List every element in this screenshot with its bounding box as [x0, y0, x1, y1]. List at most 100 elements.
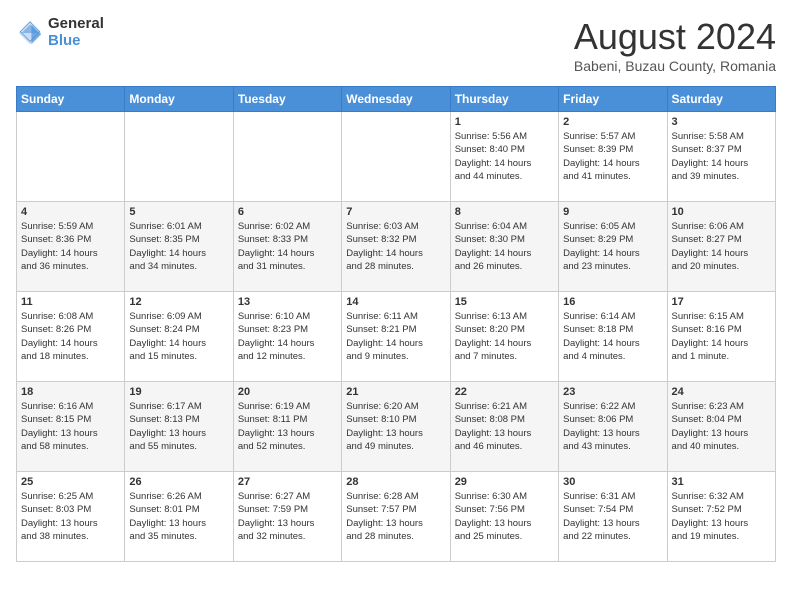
- day-info: Sunrise: 5:56 AM Sunset: 8:40 PM Dayligh…: [455, 130, 554, 183]
- calendar-cell: 18 Sunrise: 6:16 AM Sunset: 8:15 PM Dayli…: [17, 382, 125, 472]
- logo: General Blue: [16, 16, 104, 49]
- day-number: 4: [21, 206, 120, 218]
- day-info: Sunrise: 6:26 AM Sunset: 8:01 PM Dayligh…: [129, 490, 228, 543]
- day-of-week-header: Tuesday: [233, 87, 341, 112]
- day-number: 5: [129, 206, 228, 218]
- day-of-week-header: Monday: [125, 87, 233, 112]
- calendar-cell: 4 Sunrise: 5:59 AM Sunset: 8:36 PM Daylig…: [17, 202, 125, 292]
- day-number: 23: [563, 386, 662, 398]
- calendar-week-row: 18 Sunrise: 6:16 AM Sunset: 8:15 PM Dayli…: [17, 382, 776, 472]
- day-info: Sunrise: 6:21 AM Sunset: 8:08 PM Dayligh…: [455, 400, 554, 453]
- day-number: 31: [672, 476, 771, 488]
- day-info: Sunrise: 6:10 AM Sunset: 8:23 PM Dayligh…: [238, 310, 337, 363]
- calendar-cell: 27Sunrise: 6:27 AM Sunset: 7:59 PM Dayli…: [233, 472, 341, 562]
- calendar-week-row: 4 Sunrise: 5:59 AM Sunset: 8:36 PM Daylig…: [17, 202, 776, 292]
- calendar-cell: 20 Sunrise: 6:19 AM Sunset: 8:11 PM Dayli…: [233, 382, 341, 472]
- logo-general-text: General: [48, 16, 104, 33]
- day-info: Sunrise: 6:04 AM Sunset: 8:30 PM Dayligh…: [455, 220, 554, 273]
- calendar-body: 1 Sunrise: 5:56 AM Sunset: 8:40 PM Daylig…: [17, 112, 776, 562]
- day-number: 11: [21, 296, 120, 308]
- calendar-cell: 19 Sunrise: 6:17 AM Sunset: 8:13 PM Dayli…: [125, 382, 233, 472]
- calendar-cell: 14 Sunrise: 6:11 AM Sunset: 8:21 PM Dayli…: [342, 292, 450, 382]
- calendar-header: SundayMondayTuesdayWednesdayThursdayFrid…: [17, 87, 776, 112]
- calendar-cell: 10Sunrise: 6:06 AM Sunset: 8:27 PM Dayli…: [667, 202, 775, 292]
- day-info: Sunrise: 6:01 AM Sunset: 8:35 PM Dayligh…: [129, 220, 228, 273]
- day-info: Sunrise: 6:05 AM Sunset: 8:29 PM Dayligh…: [563, 220, 662, 273]
- calendar-week-row: 11 Sunrise: 6:08 AM Sunset: 8:26 PM Dayli…: [17, 292, 776, 382]
- calendar-cell: 5 Sunrise: 6:01 AM Sunset: 8:35 PM Daylig…: [125, 202, 233, 292]
- day-info: Sunrise: 6:03 AM Sunset: 8:32 PM Dayligh…: [346, 220, 445, 273]
- calendar-cell: 9 Sunrise: 6:05 AM Sunset: 8:29 PM Daylig…: [559, 202, 667, 292]
- day-info: Sunrise: 6:20 AM Sunset: 8:10 PM Dayligh…: [346, 400, 445, 453]
- day-info: Sunrise: 5:58 AM Sunset: 8:37 PM Dayligh…: [672, 130, 771, 183]
- day-number: 24: [672, 386, 771, 398]
- logo-blue-text: Blue: [48, 33, 104, 50]
- day-info: Sunrise: 6:14 AM Sunset: 8:18 PM Dayligh…: [563, 310, 662, 363]
- calendar-cell: 12Sunrise: 6:09 AM Sunset: 8:24 PM Dayli…: [125, 292, 233, 382]
- day-info: Sunrise: 6:15 AM Sunset: 8:16 PM Dayligh…: [672, 310, 771, 363]
- day-info: Sunrise: 6:11 AM Sunset: 8:21 PM Dayligh…: [346, 310, 445, 363]
- day-of-week-header: Thursday: [450, 87, 558, 112]
- day-info: Sunrise: 6:16 AM Sunset: 8:15 PM Dayligh…: [21, 400, 120, 453]
- page-header: General Blue August 2024 Babeni, Buzau C…: [16, 16, 776, 74]
- day-info: Sunrise: 6:08 AM Sunset: 8:26 PM Dayligh…: [21, 310, 120, 363]
- calendar-cell: 3Sunrise: 5:58 AM Sunset: 8:37 PM Daylig…: [667, 112, 775, 202]
- calendar-week-row: 25 Sunrise: 6:25 AM Sunset: 8:03 PM Dayli…: [17, 472, 776, 562]
- day-number: 18: [21, 386, 120, 398]
- calendar-cell: 16 Sunrise: 6:14 AM Sunset: 8:18 PM Dayli…: [559, 292, 667, 382]
- calendar-cell: 24 Sunrise: 6:23 AM Sunset: 8:04 PM Dayli…: [667, 382, 775, 472]
- calendar-cell: 1 Sunrise: 5:56 AM Sunset: 8:40 PM Daylig…: [450, 112, 558, 202]
- calendar-cell: 29 Sunrise: 6:30 AM Sunset: 7:56 PM Dayli…: [450, 472, 558, 562]
- header-row: SundayMondayTuesdayWednesdayThursdayFrid…: [17, 87, 776, 112]
- day-number: 1: [455, 116, 554, 128]
- day-number: 7: [346, 206, 445, 218]
- calendar-cell: 2Sunrise: 5:57 AM Sunset: 8:39 PM Daylig…: [559, 112, 667, 202]
- day-number: 25: [21, 476, 120, 488]
- day-info: Sunrise: 6:30 AM Sunset: 7:56 PM Dayligh…: [455, 490, 554, 543]
- day-number: 8: [455, 206, 554, 218]
- day-info: Sunrise: 6:25 AM Sunset: 8:03 PM Dayligh…: [21, 490, 120, 543]
- day-number: 12: [129, 296, 228, 308]
- day-number: 30: [563, 476, 662, 488]
- location: Babeni, Buzau County, Romania: [574, 58, 776, 74]
- day-info: Sunrise: 6:23 AM Sunset: 8:04 PM Dayligh…: [672, 400, 771, 453]
- day-info: Sunrise: 6:22 AM Sunset: 8:06 PM Dayligh…: [563, 400, 662, 453]
- calendar-cell: 31Sunrise: 6:32 AM Sunset: 7:52 PM Dayli…: [667, 472, 775, 562]
- day-info: Sunrise: 6:13 AM Sunset: 8:20 PM Dayligh…: [455, 310, 554, 363]
- day-number: 15: [455, 296, 554, 308]
- month-year: August 2024: [574, 16, 776, 58]
- day-info: Sunrise: 5:59 AM Sunset: 8:36 PM Dayligh…: [21, 220, 120, 273]
- day-info: Sunrise: 6:19 AM Sunset: 8:11 PM Dayligh…: [238, 400, 337, 453]
- day-number: 21: [346, 386, 445, 398]
- calendar-cell: 11 Sunrise: 6:08 AM Sunset: 8:26 PM Dayli…: [17, 292, 125, 382]
- day-number: 19: [129, 386, 228, 398]
- day-number: 14: [346, 296, 445, 308]
- day-info: Sunrise: 6:02 AM Sunset: 8:33 PM Dayligh…: [238, 220, 337, 273]
- day-number: 16: [563, 296, 662, 308]
- calendar-week-row: 1 Sunrise: 5:56 AM Sunset: 8:40 PM Daylig…: [17, 112, 776, 202]
- calendar-cell: 22 Sunrise: 6:21 AM Sunset: 8:08 PM Dayli…: [450, 382, 558, 472]
- logo-text: General Blue: [48, 16, 104, 49]
- day-of-week-header: Wednesday: [342, 87, 450, 112]
- day-number: 20: [238, 386, 337, 398]
- day-info: Sunrise: 6:06 AM Sunset: 8:27 PM Dayligh…: [672, 220, 771, 273]
- calendar-cell: 26 Sunrise: 6:26 AM Sunset: 8:01 PM Dayli…: [125, 472, 233, 562]
- day-of-week-header: Friday: [559, 87, 667, 112]
- day-number: 9: [563, 206, 662, 218]
- day-number: 22: [455, 386, 554, 398]
- day-number: 29: [455, 476, 554, 488]
- calendar-cell: 25 Sunrise: 6:25 AM Sunset: 8:03 PM Dayli…: [17, 472, 125, 562]
- day-number: 26: [129, 476, 228, 488]
- day-info: Sunrise: 6:31 AM Sunset: 7:54 PM Dayligh…: [563, 490, 662, 543]
- logo-icon: [16, 19, 44, 47]
- day-info: Sunrise: 6:17 AM Sunset: 8:13 PM Dayligh…: [129, 400, 228, 453]
- day-number: 28: [346, 476, 445, 488]
- calendar-cell: 30 Sunrise: 6:31 AM Sunset: 7:54 PM Dayli…: [559, 472, 667, 562]
- calendar-cell: 23 Sunrise: 6:22 AM Sunset: 8:06 PM Dayli…: [559, 382, 667, 472]
- day-number: 27: [238, 476, 337, 488]
- day-of-week-header: Sunday: [17, 87, 125, 112]
- calendar-cell: 8 Sunrise: 6:04 AM Sunset: 8:30 PM Daylig…: [450, 202, 558, 292]
- calendar-cell: [342, 112, 450, 202]
- calendar-cell: 7 Sunrise: 6:03 AM Sunset: 8:32 PM Daylig…: [342, 202, 450, 292]
- day-number: 17: [672, 296, 771, 308]
